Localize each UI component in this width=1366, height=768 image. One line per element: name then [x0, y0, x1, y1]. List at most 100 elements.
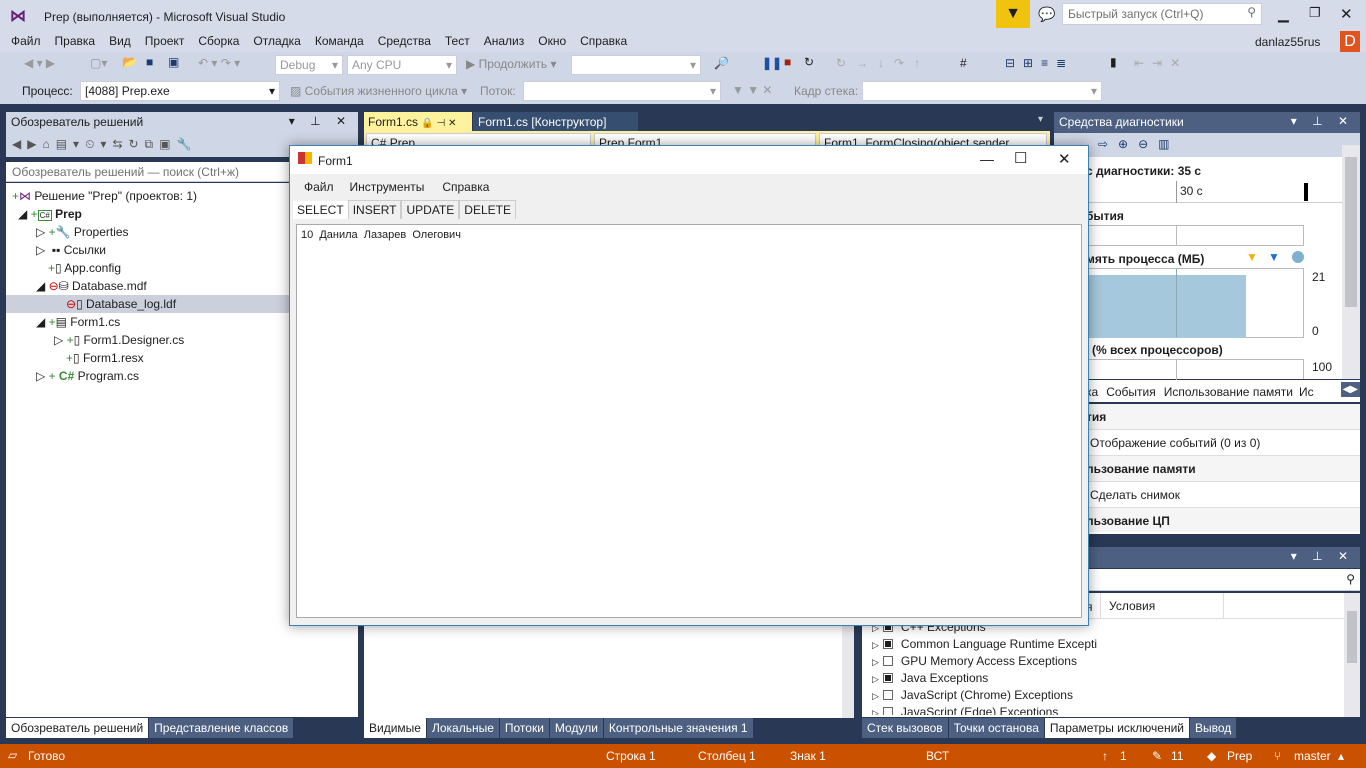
nav-project[interactable]: C# Prep — [366, 133, 591, 145]
exception-row[interactable]: ▷ JavaScript (Edge) Exceptions — [862, 704, 1360, 715]
minimize-button[interactable]: ▁ — [1278, 6, 1289, 23]
tab-locals[interactable]: Локальные — [426, 718, 499, 738]
exception-row[interactable]: ▷ Common Language Runtime Excepti — [862, 636, 1360, 653]
expand-icon[interactable]: ▷ — [872, 657, 879, 667]
form-minimize-button[interactable]: — — [980, 151, 994, 167]
tab-call-stack[interactable]: Стек вызовов — [862, 718, 948, 738]
panel-controls[interactable]: ▾ ⊥ ✕ — [289, 114, 352, 128]
user-name[interactable]: danlaz55rus — [1255, 35, 1320, 49]
expand-icon[interactable]: ▷ — [872, 708, 879, 715]
menu-test[interactable]: Тест — [438, 32, 477, 50]
exception-row[interactable]: ▷ GPU Memory Access Exceptions — [862, 653, 1360, 670]
take-snapshot-button[interactable]: Сделать снимок — [1054, 482, 1360, 508]
menu-analyze[interactable]: Анализ — [477, 32, 532, 50]
process-select[interactable]: [4088] Prep.exe ▾ — [80, 81, 280, 101]
lifecycle-events-button[interactable]: ▨ События жизненного цикла ▾ — [290, 84, 467, 98]
bookmark-nav-icons[interactable]: ⇤⇥✕ — [1134, 56, 1188, 70]
watch-panel[interactable] — [364, 625, 854, 718]
menu-team[interactable]: Команда — [308, 32, 371, 50]
tab-solution-explorer[interactable]: Обозреватель решений — [6, 718, 149, 738]
show-events-link[interactable]: Отображение событий (0 из 0) — [1054, 430, 1360, 456]
stop-icon[interactable]: ■ — [784, 55, 791, 69]
notifications-filter-button[interactable]: ▼ — [996, 0, 1030, 28]
column-header-conditions[interactable]: Условия — [1100, 593, 1224, 619]
expand-icon[interactable]: ▷ — [872, 691, 879, 701]
continue-button[interactable]: ▶ Продолжить ▾ — [466, 57, 557, 71]
diag-tab-cpu[interactable]: Ис — [1299, 385, 1314, 399]
menu-project[interactable]: Проект — [138, 32, 192, 50]
tab-delete[interactable]: DELETE — [459, 200, 516, 219]
tab-insert[interactable]: INSERT — [347, 200, 402, 219]
close-button[interactable]: ✕ — [1340, 5, 1353, 23]
breakpoint-toggle-icon[interactable]: # — [960, 56, 967, 70]
menu-help[interactable]: Справка — [573, 32, 634, 50]
exception-checkbox[interactable] — [882, 639, 893, 649]
solution-toolbar-icons[interactable]: ◀▶⌂▤▾⏲▾⇆↻⧉▣🔧 — [12, 137, 197, 152]
find-icon[interactable]: 🔎 — [714, 56, 729, 70]
tab-watch1[interactable]: Контрольные значения 1 — [603, 718, 753, 738]
form-menu-file[interactable]: Файл — [304, 180, 334, 194]
tab-breakpoints[interactable]: Точки останова — [948, 718, 1044, 738]
exception-checkbox[interactable] — [882, 656, 893, 666]
configuration-select[interactable]: Debug ▾ — [275, 55, 343, 75]
exceptions-scrollbar[interactable] — [1344, 593, 1360, 717]
status-push-count[interactable]: 1 — [1120, 749, 1127, 763]
thread-icons[interactable]: ⊟⊞≡≣ — [1005, 56, 1074, 70]
menu-edit[interactable]: Правка — [48, 32, 103, 50]
restore-button[interactable]: ❐ — [1309, 5, 1321, 21]
repo-icon[interactable]: ◆ — [1207, 749, 1216, 763]
branch-icon[interactable]: ⑂ — [1274, 749, 1281, 763]
exception-checkbox[interactable] — [882, 690, 893, 700]
menu-file[interactable]: Файл — [4, 32, 48, 50]
new-project-icon[interactable]: ▢▾ — [90, 56, 107, 70]
diagnostics-toolbar-icons[interactable]: ⇨⊕⊖▥ — [1098, 137, 1180, 151]
branch-menu-icon[interactable]: ▴ — [1338, 749, 1344, 763]
bookmark-icon[interactable]: ▮ — [1110, 55, 1117, 69]
thread-select[interactable]: ▾ — [523, 81, 721, 101]
tab-form1-cs[interactable]: Form1.cs 🔒 ⊣ ✕ — [364, 112, 472, 131]
expand-icon[interactable]: ▷ — [872, 640, 879, 650]
form-menu-help[interactable]: Справка — [442, 180, 489, 194]
tab-output[interactable]: Вывод — [1189, 718, 1237, 738]
open-file-icon[interactable]: 📂 — [122, 55, 137, 69]
step-icons[interactable]: ↻→↓↷↑ — [836, 56, 930, 70]
nav-class[interactable]: Prep.Form1 — [594, 133, 816, 145]
tab-threads[interactable]: Потоки — [499, 718, 549, 738]
menu-window[interactable]: Окно — [531, 32, 573, 50]
save-all-icon[interactable]: ▣ — [168, 55, 179, 69]
menu-debug[interactable]: Отладка — [246, 32, 307, 50]
diagnostics-scrollbar[interactable] — [1342, 145, 1360, 379]
restart-icon[interactable]: ↻ — [804, 55, 814, 69]
stack-frame-select[interactable]: ▾ — [862, 81, 1102, 101]
form-menu-tools[interactable]: Инструменты — [350, 180, 425, 194]
tab-modules[interactable]: Модули — [549, 718, 603, 738]
tab-scroll-arrows[interactable]: ◀▶ — [1340, 382, 1360, 397]
menu-view[interactable]: Вид — [102, 32, 138, 50]
status-edits[interactable]: 11 — [1171, 749, 1183, 763]
tab-overflow-icon[interactable]: ▾ — [1038, 114, 1043, 125]
pause-icon[interactable]: ❚❚ — [762, 56, 782, 70]
menu-tools[interactable]: Средства — [371, 32, 438, 50]
tab-class-view[interactable]: Представление классов — [149, 718, 294, 738]
tab-exception-settings[interactable]: Параметры исключений — [1044, 718, 1189, 738]
timeline-cursor[interactable] — [1304, 183, 1308, 201]
exception-checkbox[interactable] — [882, 673, 893, 683]
status-branch[interactable]: master — [1294, 749, 1331, 763]
nav-member[interactable]: Form1_FormClosing(object sender — [819, 133, 1047, 145]
save-icon[interactable]: ■ — [146, 55, 153, 69]
form-maximize-button[interactable]: ☐ — [1014, 149, 1027, 167]
tab-select[interactable]: SELECT — [293, 201, 348, 219]
diag-tab-events[interactable]: События — [1106, 385, 1156, 399]
result-textbox[interactable]: 10 Данила Лазарев Олегович — [296, 224, 1082, 618]
timeline-ruler[interactable]: 30 с — [1086, 181, 1342, 203]
pencil-icon[interactable]: ✎ — [1152, 749, 1162, 763]
tab-autos[interactable]: Видимые — [364, 718, 426, 738]
quick-launch-input[interactable]: Быстрый запуск (Ctrl+Q) ⚲ — [1062, 3, 1262, 25]
exception-row[interactable]: ▷ JavaScript (Chrome) Exceptions — [862, 687, 1360, 704]
exception-row[interactable]: ▷ Java Exceptions — [862, 670, 1360, 687]
feedback-icon[interactable]: 💬 — [1038, 6, 1055, 23]
filter-icons[interactable]: ▼ ▼ ✕ — [732, 83, 772, 97]
platform-select[interactable]: Any CPU ▾ — [347, 55, 457, 75]
form-close-button[interactable]: ✕ — [1058, 150, 1071, 168]
status-repo[interactable]: Prep — [1227, 749, 1252, 763]
